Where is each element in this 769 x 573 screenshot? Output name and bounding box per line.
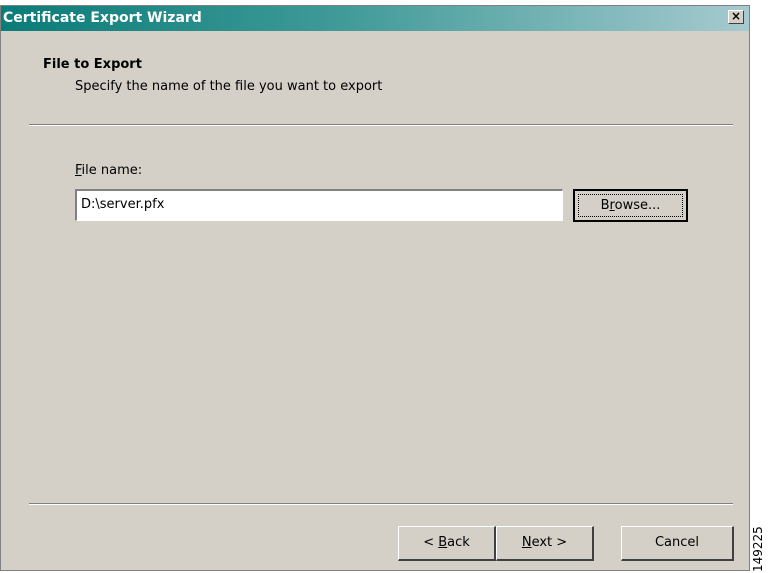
- file-name-label: File name:: [75, 163, 143, 178]
- window-title: Certificate Export Wizard: [3, 10, 202, 26]
- browse-button-label: Browse...: [578, 194, 683, 217]
- close-icon: ×: [730, 9, 742, 23]
- footer-divider: [29, 503, 733, 505]
- close-button[interactable]: ×: [728, 10, 744, 24]
- cancel-button[interactable]: Cancel: [621, 526, 734, 561]
- figure-number: 149225: [751, 526, 765, 572]
- page-subtitle: Specify the name of the file you want to…: [75, 79, 383, 94]
- browse-button[interactable]: Browse...: [573, 189, 688, 222]
- back-button[interactable]: < Back: [398, 526, 496, 561]
- file-name-input[interactable]: D:\server.pfx: [75, 189, 563, 221]
- page-title: File to Export: [43, 57, 142, 72]
- header-divider: [29, 124, 733, 126]
- wizard-dialog: Certificate Export Wizard × File to Expo…: [0, 5, 750, 571]
- next-button[interactable]: Next >: [496, 526, 594, 561]
- title-bar[interactable]: Certificate Export Wizard ×: [1, 6, 749, 31]
